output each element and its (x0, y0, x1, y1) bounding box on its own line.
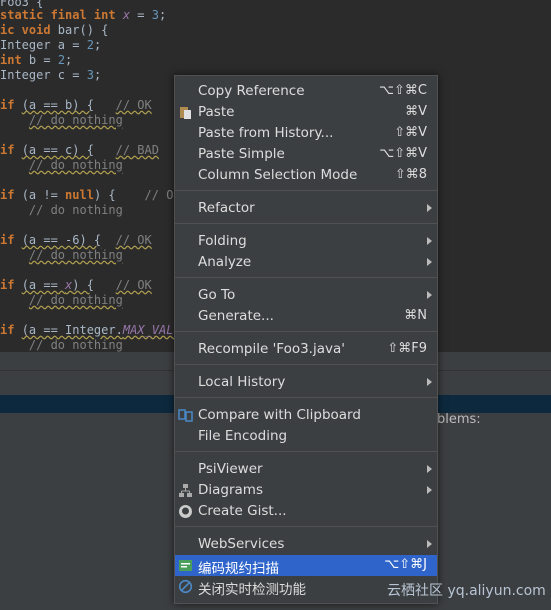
menu-item-label: Refactor (198, 200, 255, 216)
menu-item-label: Create Gist... (198, 503, 287, 519)
code-line: if (a == b) { // OK (0, 98, 152, 112)
code-line: // do nothing (28, 293, 123, 307)
menu-item-label: Analyze (198, 254, 252, 270)
code-line: // do nothing (28, 203, 123, 217)
menu-item-label: WebServices (198, 536, 285, 552)
shortcut-label: ⌥⇧⌘V (379, 146, 427, 161)
code-line: if (a != null) { // OK (0, 188, 181, 202)
submenu-arrow-icon (427, 378, 432, 386)
menu-item-compare-with-clipboard[interactable]: Compare with Clipboard (175, 405, 437, 426)
shortcut-label: ⇧⌘F9 (387, 341, 427, 356)
menu-item-label: Diagrams (198, 482, 263, 498)
disable-icon (178, 579, 193, 594)
diagram-icon (178, 483, 193, 498)
code-line: if (a == c) { // BAD (0, 143, 159, 157)
problems-label: blems: (437, 412, 481, 427)
shortcut-label: ⌘N (404, 308, 427, 323)
menu-item-code-scan[interactable]: 编码规约扫描 ⌥⇧⌘J (175, 555, 437, 577)
menu-item-go-to[interactable]: Go To (175, 285, 437, 306)
menu-item-label: Paste Simple (198, 146, 285, 162)
menu-item-copy-reference[interactable]: Copy Reference ⌥⇧⌘C (175, 81, 437, 102)
menu-item-label: Recompile 'Foo3.java' (198, 341, 345, 357)
code-line: if (a == x) { // OK (0, 278, 152, 292)
menu-separator (175, 190, 437, 191)
code-line: Integer c = 3; (0, 68, 102, 82)
menu-item-file-encoding[interactable]: File Encoding (175, 426, 437, 447)
menu-item-paste-simple[interactable]: Paste Simple ⌥⇧⌘V (175, 144, 437, 165)
menu-separator (175, 223, 437, 224)
code-line: ic void bar() { (0, 23, 109, 37)
menu-item-label: Column Selection Mode (198, 167, 358, 183)
menu-item-label: Copy Reference (198, 83, 305, 99)
menu-item-diagrams[interactable]: Diagrams (175, 480, 437, 501)
shortcut-label: ⌥⇧⌘C (379, 83, 427, 98)
submenu-arrow-icon (427, 237, 432, 245)
menu-separator (175, 277, 437, 278)
submenu-arrow-icon (427, 204, 432, 212)
scan-icon (178, 558, 193, 573)
menu-item-paste[interactable]: Paste ⌘V (175, 102, 437, 123)
menu-separator (175, 364, 437, 365)
github-icon (178, 504, 193, 519)
code-line: if (a == -6) { // OK (0, 233, 152, 247)
shortcut-label: ⇧⌘8 (394, 167, 427, 182)
paste-icon (178, 105, 193, 120)
shortcut-label: ⌘V (405, 104, 427, 119)
menu-item-label: Paste (198, 104, 235, 120)
menu-item-label: PsiViewer (198, 461, 263, 477)
menu-item-generate[interactable]: Generate... ⌘N (175, 306, 437, 327)
menu-item-refactor[interactable]: Refactor (175, 198, 437, 219)
menu-item-column-selection-mode[interactable]: Column Selection Mode ⇧⌘8 (175, 165, 437, 186)
menu-item-label: Local History (198, 374, 286, 390)
menu-item-label: Folding (198, 233, 247, 249)
code-line: static final int x = 3; (0, 8, 167, 22)
menu-separator (175, 526, 437, 527)
code-line: // do nothing (28, 158, 123, 172)
menu-separator (175, 451, 437, 452)
menu-item-label: Generate... (198, 308, 274, 324)
submenu-arrow-icon (427, 486, 432, 494)
menu-item-create-gist[interactable]: Create Gist... (175, 501, 437, 522)
menu-item-psiviewer[interactable]: PsiViewer (175, 459, 437, 480)
submenu-arrow-icon (427, 258, 432, 266)
code-line: Integer a = 2; (0, 38, 102, 52)
submenu-arrow-icon (427, 540, 432, 548)
menu-item-label: File Encoding (198, 428, 288, 444)
code-line: if (a == Integer.MAX_VALUE (0, 323, 188, 337)
context-menu: Copy Reference ⌥⇧⌘C Paste ⌘V Paste from … (174, 75, 438, 604)
code-line: int b = 2; (0, 53, 73, 67)
menu-item-label: Paste from History... (198, 125, 334, 141)
menu-item-label: Compare with Clipboard (198, 407, 361, 423)
menu-separator (175, 397, 437, 398)
menu-item-label: 编码规约扫描 (198, 561, 279, 577)
menu-item-label: 关闭实时检测功能 (198, 582, 306, 598)
menu-item-recompile[interactable]: Recompile 'Foo3.java' ⇧⌘F9 (175, 339, 437, 360)
menu-item-webservices[interactable]: WebServices (175, 534, 437, 555)
submenu-arrow-icon (427, 465, 432, 473)
menu-item-analyze[interactable]: Analyze (175, 252, 437, 273)
menu-item-label: Go To (198, 287, 236, 303)
menu-separator (175, 331, 437, 332)
code-line: // do nothing (28, 338, 123, 352)
watermark: 云栖社区 yq.aliyun.com (387, 583, 546, 599)
shortcut-label: ⇧⌘V (394, 125, 427, 140)
shortcut-label: ⌥⇧⌘J (384, 557, 427, 572)
compare-icon (178, 408, 193, 423)
menu-item-folding[interactable]: Folding (175, 231, 437, 252)
menu-item-local-history[interactable]: Local History (175, 372, 437, 393)
menu-item-paste-from-history[interactable]: Paste from History... ⇧⌘V (175, 123, 437, 144)
code-line: // do nothing (28, 113, 123, 127)
code-line: // do nothing (28, 248, 123, 262)
submenu-arrow-icon (427, 291, 432, 299)
